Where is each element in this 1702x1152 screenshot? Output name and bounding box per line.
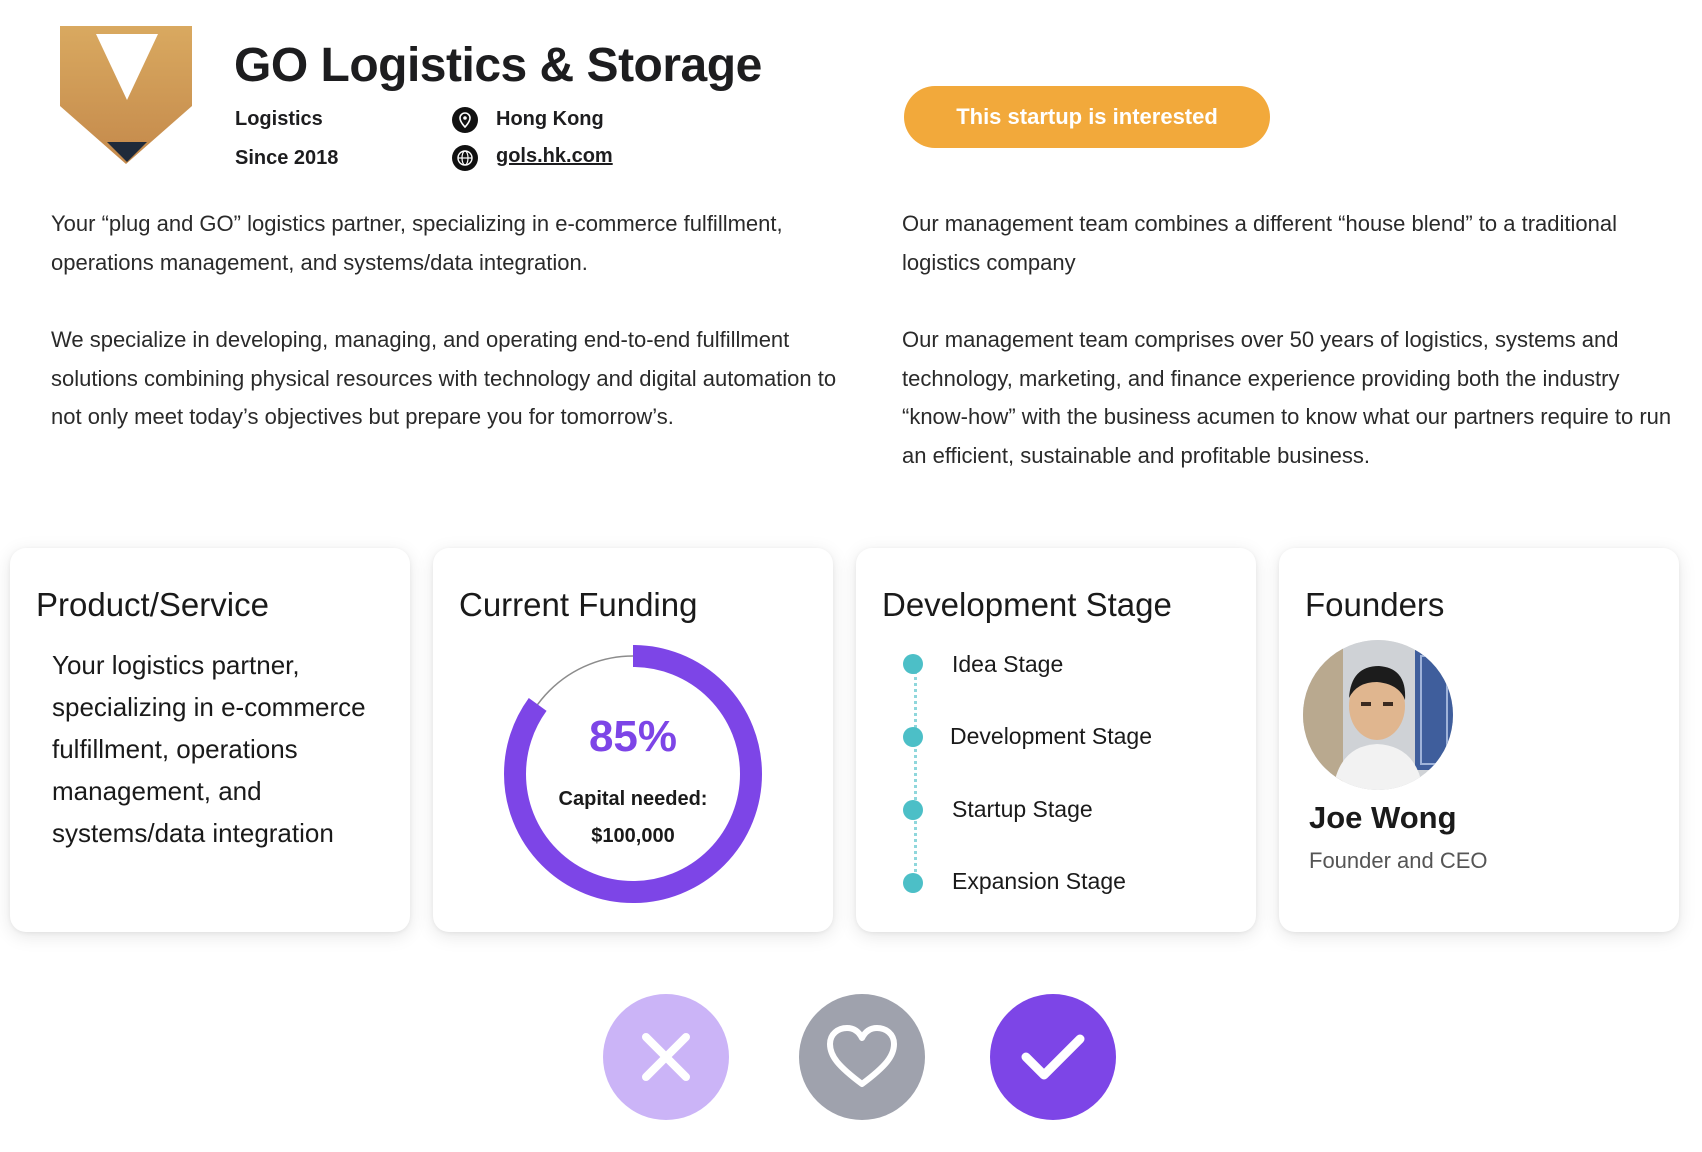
- product-service-title: Product/Service: [36, 586, 269, 623]
- current-funding-title: Current Funding: [459, 586, 698, 623]
- development-stage-title: Development Stage: [882, 586, 1172, 623]
- stage-dot: [903, 800, 923, 820]
- current-funding-card: Current Funding 85% Capital needed: $100…: [433, 548, 833, 932]
- favorite-button[interactable]: [799, 994, 925, 1120]
- founder-role: Founder and CEO: [1309, 848, 1488, 873]
- stage-expansion: Expansion Stage: [952, 868, 1126, 894]
- development-stage-card: Development Stage Idea Stage Development…: [856, 548, 1256, 932]
- stage-dot: [903, 654, 923, 674]
- stage-timeline-line: [914, 670, 917, 886]
- location-label: Hong Kong: [496, 108, 604, 130]
- check-icon: [1021, 1034, 1085, 1080]
- product-service-card: Product/Service Your logistics partner, …: [10, 548, 410, 932]
- company-name: GO Logistics & Storage: [234, 39, 762, 92]
- company-logo: [30, 14, 210, 174]
- website-link[interactable]: gols.hk.com: [496, 145, 613, 168]
- about-right-paragraph-2: Our management team comprises over 50 ye…: [902, 327, 1672, 468]
- about-left-paragraph-1: Your “plug and GO” logistics partner, sp…: [51, 211, 783, 275]
- founder-avatar[interactable]: [1303, 640, 1453, 790]
- capital-needed-label: Capital needed:: [558, 788, 708, 810]
- since-label: Since 2018: [235, 147, 339, 169]
- heart-icon: [827, 1025, 897, 1087]
- location-pin-icon: [452, 107, 478, 133]
- stage-dot: [903, 873, 923, 893]
- stage-dot: [903, 727, 923, 747]
- about-right-paragraph-1: Our management team combines a different…: [902, 211, 1617, 275]
- stage-idea: Idea Stage: [952, 651, 1064, 677]
- industry-label: Logistics: [235, 108, 323, 130]
- funding-percent: 85%: [588, 712, 678, 761]
- stage-development: Development Stage: [950, 723, 1153, 749]
- reject-button[interactable]: [603, 994, 729, 1120]
- founder-name: Joe Wong: [1309, 800, 1457, 835]
- accept-button[interactable]: [990, 994, 1116, 1120]
- globe-icon: [452, 145, 478, 171]
- capital-needed-value: $100,000: [591, 825, 675, 847]
- funding-progress-donut: [504, 645, 762, 903]
- interested-button[interactable]: This startup is interested: [904, 86, 1270, 148]
- funding-progress-arc: [504, 645, 762, 903]
- close-icon: [642, 1033, 690, 1081]
- about-left-paragraph-2: We specialize in developing, managing, a…: [51, 327, 837, 429]
- product-service-text: Your logistics partner, specializing in …: [52, 650, 366, 848]
- founders-title: Founders: [1305, 586, 1445, 623]
- founders-card: Founders Joe Wong Founder and CEO: [1279, 548, 1679, 932]
- stage-startup: Startup Stage: [952, 796, 1093, 822]
- chevron-v-logo-icon: [60, 26, 192, 164]
